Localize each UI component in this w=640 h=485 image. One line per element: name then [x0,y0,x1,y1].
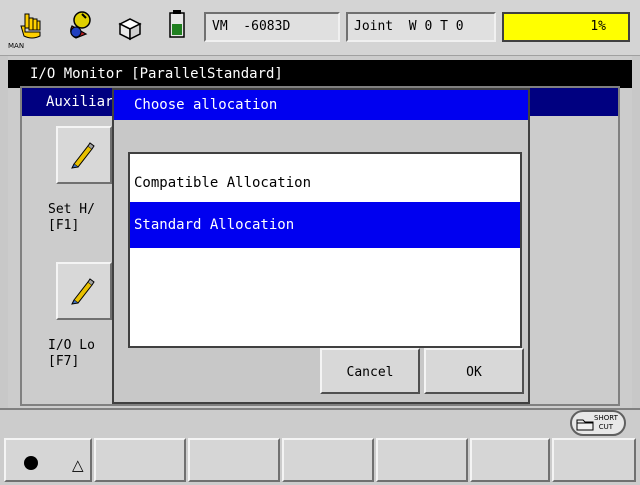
shortcut-button[interactable]: SHORT CUT [570,410,626,436]
status-bar: MAN VM -6083D Joint W 0 T 0 1% [0,0,640,56]
pencil-icon [71,142,95,169]
softkey-4[interactable] [282,438,374,482]
ok-button[interactable]: OK [424,348,524,394]
choose-allocation-dialog: Choose allocation Compatible Allocation … [112,88,530,404]
battery-icon[interactable] [160,8,196,48]
softkey-3[interactable] [188,438,280,482]
io-lock-label: I/O Lo [F7] [48,338,95,369]
softkey-7[interactable] [552,438,636,482]
softkey-2[interactable] [94,438,186,482]
cancel-button[interactable]: Cancel [320,348,420,394]
pencil-icon [71,278,95,305]
shortcut-label: SHORT CUT [594,414,618,431]
triangle-icon: △ [72,456,84,474]
set-hand-label: Set H/ [F1] [48,202,95,233]
coordinate-status[interactable]: Joint W 0 T 0 [346,12,496,42]
softkey-6[interactable] [470,438,550,482]
allocation-list: Compatible Allocation Standard Allocatio… [128,152,522,348]
dot-icon [24,456,38,470]
window-title: I/O Monitor [ParallelStandard] [8,60,632,88]
set-hand-button[interactable] [56,126,112,184]
io-lock-button[interactable] [56,262,112,320]
option-standard-allocation[interactable]: Standard Allocation [130,202,520,248]
option-compatible-allocation[interactable]: Compatible Allocation [130,160,520,206]
dialog-title: Choose allocation [114,90,528,120]
folder-icon [576,419,594,431]
speed-override[interactable]: 1% [502,12,630,42]
mode-label: MAN [8,42,25,50]
robot-teach-icon[interactable] [62,8,98,48]
softkey-5[interactable] [376,438,468,482]
cube-icon[interactable] [112,8,148,48]
program-status[interactable]: VM -6083D [204,12,340,42]
